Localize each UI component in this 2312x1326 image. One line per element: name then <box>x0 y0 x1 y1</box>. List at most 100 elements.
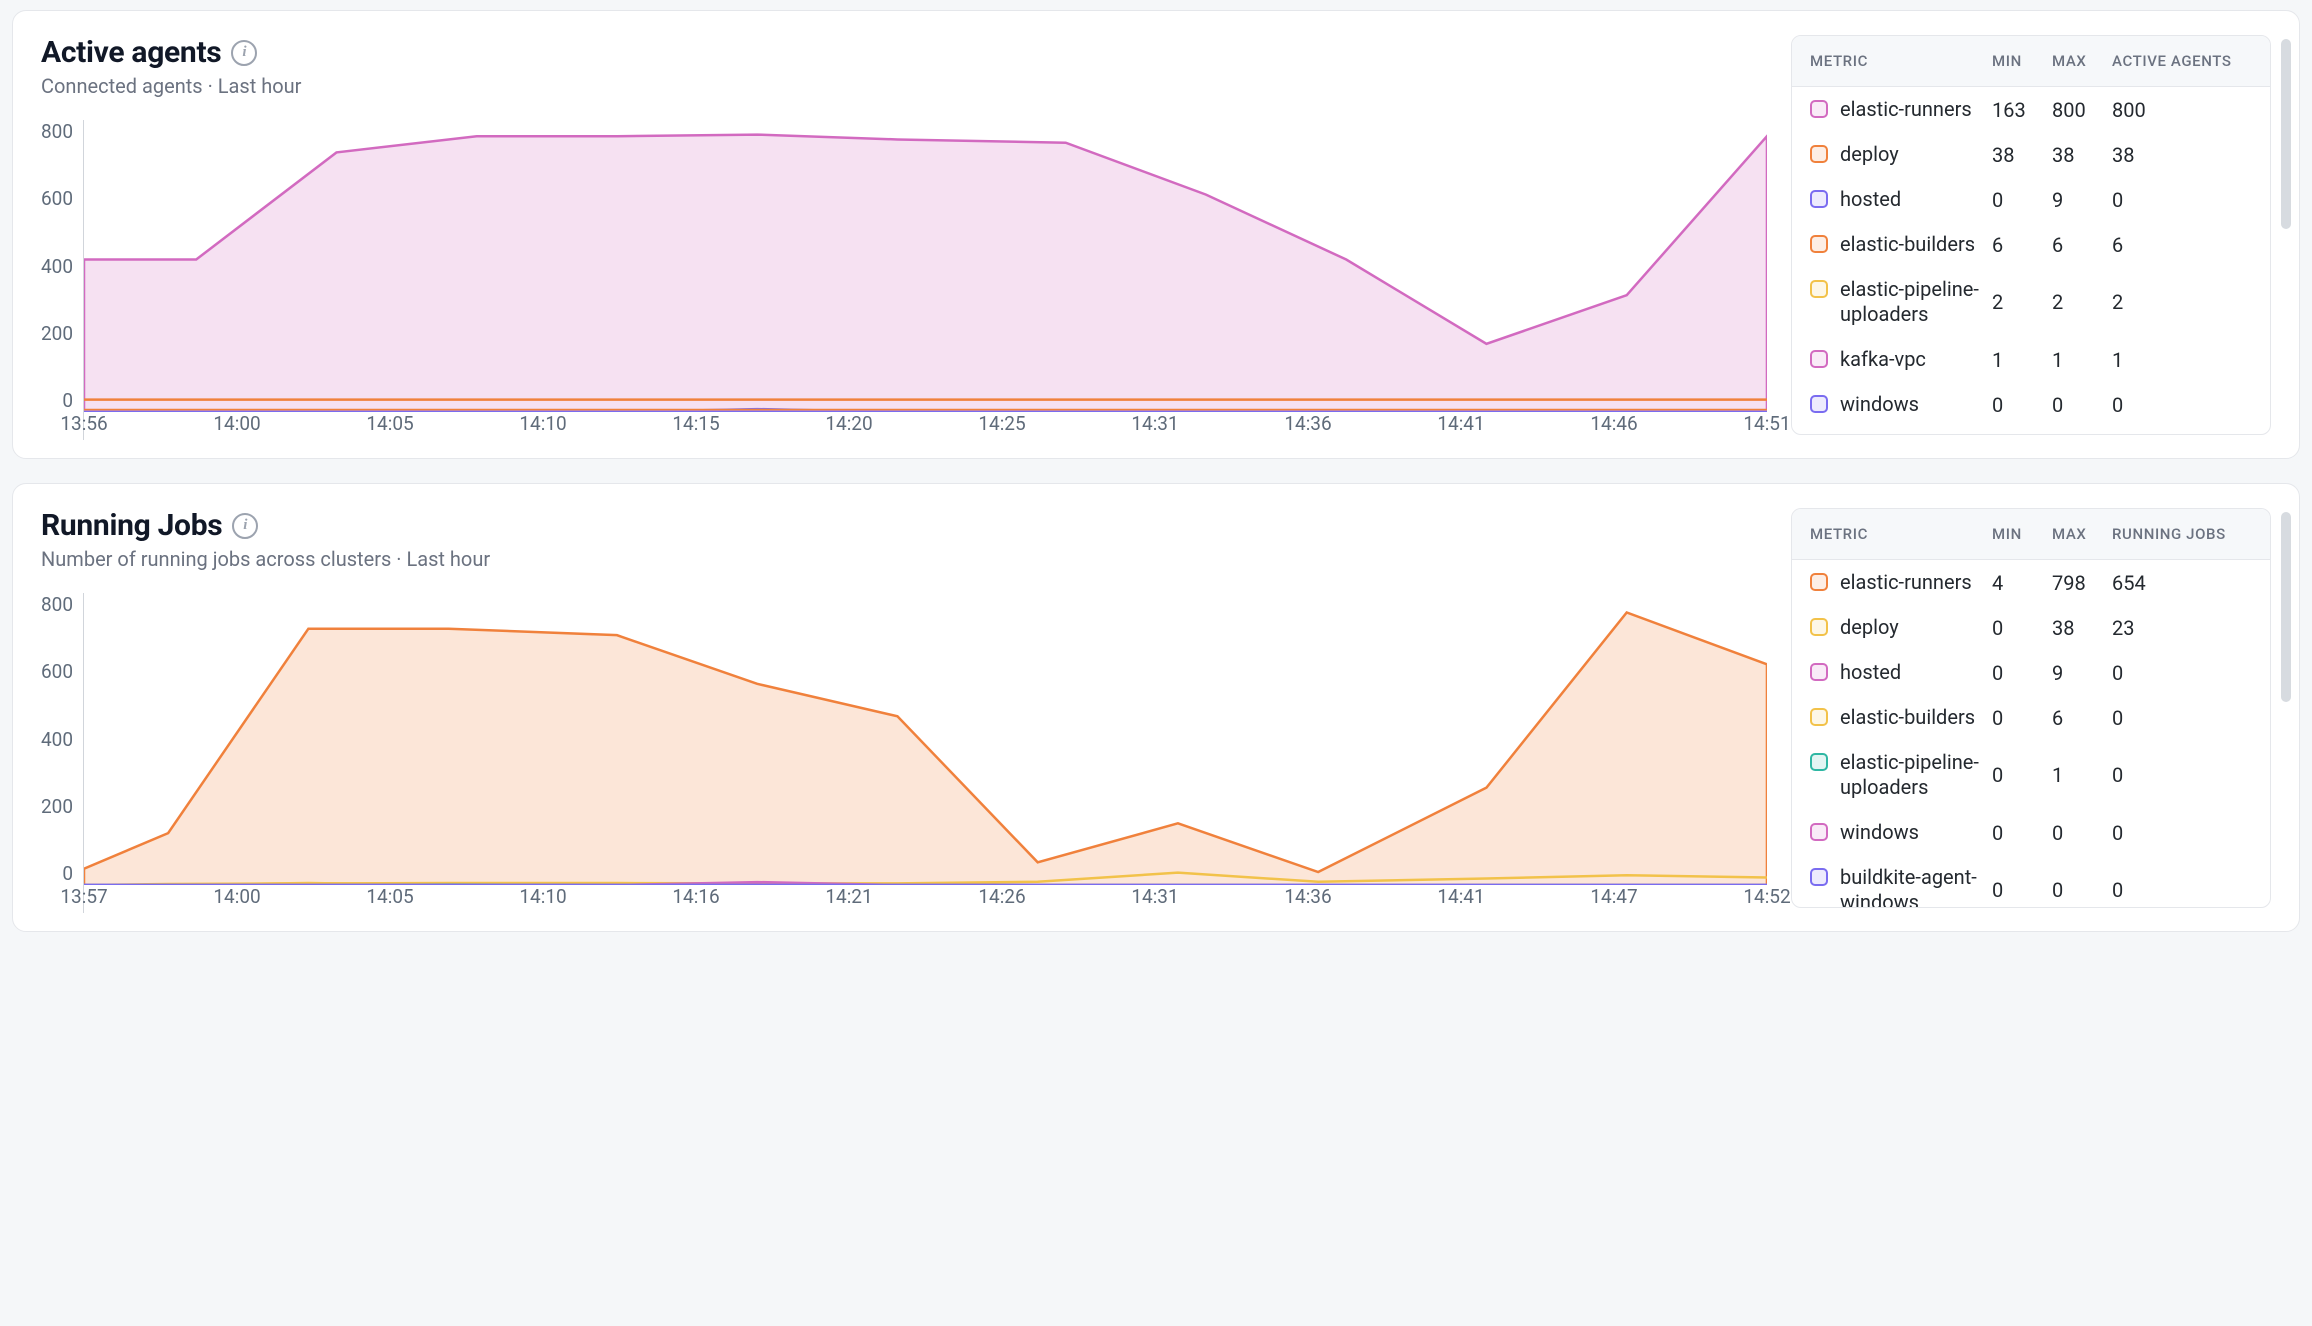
legend-row[interactable]: buildkite-agent-windows000 <box>1792 855 2270 907</box>
legend-min: 0 <box>1992 706 2052 730</box>
legend-swatch-icon <box>1810 350 1828 368</box>
legend-max: 1 <box>2052 348 2112 372</box>
legend-min: 6 <box>1992 233 2052 257</box>
legend-row[interactable]: elastic-builders666 <box>1792 222 2270 267</box>
legend-row[interactable]: elastic-pipeline-uploaders222 <box>1792 267 2270 337</box>
legend-max: 38 <box>2052 143 2112 167</box>
x-tick: 14:10 <box>519 412 566 435</box>
scrollbar[interactable] <box>2281 512 2291 702</box>
legend-metric-name: kafka-vpc <box>1840 347 1926 372</box>
legend-col-min: MIN <box>1992 525 2052 543</box>
info-icon[interactable]: i <box>232 513 258 539</box>
legend-swatch-icon <box>1810 145 1828 163</box>
x-tick: 14:25 <box>978 412 1025 435</box>
legend-min: 2 <box>1992 290 2052 314</box>
legend-row[interactable]: kafka-vpc111 <box>1792 337 2270 382</box>
x-tick: 14:47 <box>1590 885 1637 908</box>
x-tick: 14:05 <box>366 412 413 435</box>
legend-col-max: MAX <box>2052 525 2112 543</box>
legend-value: 0 <box>2112 821 2252 845</box>
x-tick: 14:00 <box>213 412 260 435</box>
legend-metric-name: elastic-runners <box>1840 570 1972 595</box>
legend-max: 1 <box>2052 763 2112 787</box>
y-tick: 200 <box>41 322 73 345</box>
legend-swatch-icon <box>1810 868 1828 886</box>
legend-min: 0 <box>1992 878 2052 902</box>
panel-running-jobs: Running Jobs i Number of running jobs ac… <box>12 483 2300 932</box>
panel-title: Running Jobs <box>41 508 222 543</box>
legend-min: 0 <box>1992 188 2052 212</box>
legend-metric-name: windows <box>1840 820 1919 845</box>
y-tick: 800 <box>41 593 73 616</box>
x-tick: 14:31 <box>1131 412 1178 435</box>
legend-row[interactable]: elastic-pipeline-uploaders010 <box>1792 740 2270 810</box>
y-tick: 600 <box>41 660 73 683</box>
legend-table: METRIC MIN MAX RUNNING JOBS elastic-runn… <box>1791 508 2271 908</box>
legend-col-max: MAX <box>2052 52 2112 70</box>
chart-active-agents[interactable]: 8006004002000 13:5614:0014:0514:1014:151… <box>41 120 1767 440</box>
legend-metric-name: elastic-pipeline-uploaders <box>1840 277 1992 327</box>
y-tick: 400 <box>41 728 73 751</box>
legend-max: 800 <box>2052 98 2112 122</box>
x-tick: 14:46 <box>1590 412 1637 435</box>
legend-row[interactable]: deploy383838 <box>1792 132 2270 177</box>
info-icon[interactable]: i <box>231 40 257 66</box>
x-tick: 14:21 <box>825 885 872 908</box>
legend-min: 0 <box>1992 616 2052 640</box>
scrollbar[interactable] <box>2281 39 2291 229</box>
legend-col-value: ACTIVE AGENTS <box>2112 52 2252 70</box>
x-tick: 14:52 <box>1743 885 1790 908</box>
legend-value: 0 <box>2112 763 2252 787</box>
legend-row[interactable]: elastic-runners4798654 <box>1792 560 2270 605</box>
legend-row[interactable]: hosted090 <box>1792 177 2270 222</box>
x-tick: 14:05 <box>366 885 413 908</box>
y-tick: 0 <box>62 862 73 885</box>
x-tick: 13:56 <box>60 412 107 435</box>
legend-swatch-icon <box>1810 663 1828 681</box>
legend-metric-name: elastic-builders <box>1840 705 1975 730</box>
panel-subtitle: Number of running jobs across clusters ·… <box>41 547 1767 571</box>
legend-min: 0 <box>1992 393 2052 417</box>
panel-title: Active agents <box>41 35 221 70</box>
legend-metric-name: buildkite-agent-windows <box>1840 865 1992 907</box>
legend-row[interactable]: deploy03823 <box>1792 605 2270 650</box>
legend-value: 6 <box>2112 233 2252 257</box>
legend-value: 2 <box>2112 290 2252 314</box>
panel-subtitle: Connected agents · Last hour <box>41 74 1767 98</box>
x-tick: 14:16 <box>672 885 719 908</box>
panel-active-agents: Active agents i Connected agents · Last … <box>12 10 2300 459</box>
legend-row[interactable]: windows000 <box>1792 382 2270 427</box>
chart-running-jobs[interactable]: 8006004002000 13:5714:0014:0514:1014:161… <box>41 593 1767 913</box>
legend-min: 0 <box>1992 763 2052 787</box>
legend-min: 38 <box>1992 143 2052 167</box>
legend-swatch-icon <box>1810 235 1828 253</box>
x-axis: 13:5714:0014:0514:1014:1614:2114:2614:31… <box>84 885 1767 913</box>
legend-swatch-icon <box>1810 823 1828 841</box>
legend-max: 0 <box>2052 821 2112 845</box>
y-tick: 200 <box>41 795 73 818</box>
legend-value: 0 <box>2112 706 2252 730</box>
legend-swatch-icon <box>1810 395 1828 413</box>
legend-col-min: MIN <box>1992 52 2052 70</box>
legend-row[interactable]: hosted090 <box>1792 650 2270 695</box>
legend-value: 800 <box>2112 98 2252 122</box>
legend-row[interactable]: windows000 <box>1792 810 2270 855</box>
legend-metric-name: hosted <box>1840 187 1901 212</box>
legend-swatch-icon <box>1810 280 1828 298</box>
legend-min: 0 <box>1992 821 2052 845</box>
legend-col-metric: METRIC <box>1810 52 1992 70</box>
legend-value: 38 <box>2112 143 2252 167</box>
legend-value: 0 <box>2112 393 2252 417</box>
legend-swatch-icon <box>1810 573 1828 591</box>
legend-min: 4 <box>1992 571 2052 595</box>
legend-value: 23 <box>2112 616 2252 640</box>
legend-swatch-icon <box>1810 753 1828 771</box>
legend-metric-name: elastic-pipeline-uploaders <box>1840 750 1992 800</box>
legend-row[interactable]: elastic-runners163800800 <box>1792 87 2270 132</box>
x-tick: 14:26 <box>978 885 1025 908</box>
x-axis: 13:5614:0014:0514:1014:1514:2014:2514:31… <box>84 412 1767 440</box>
legend-metric-name: elastic-builders <box>1840 232 1975 257</box>
x-tick: 14:51 <box>1743 412 1790 435</box>
legend-row[interactable]: elastic-builders060 <box>1792 695 2270 740</box>
legend-max: 38 <box>2052 616 2112 640</box>
